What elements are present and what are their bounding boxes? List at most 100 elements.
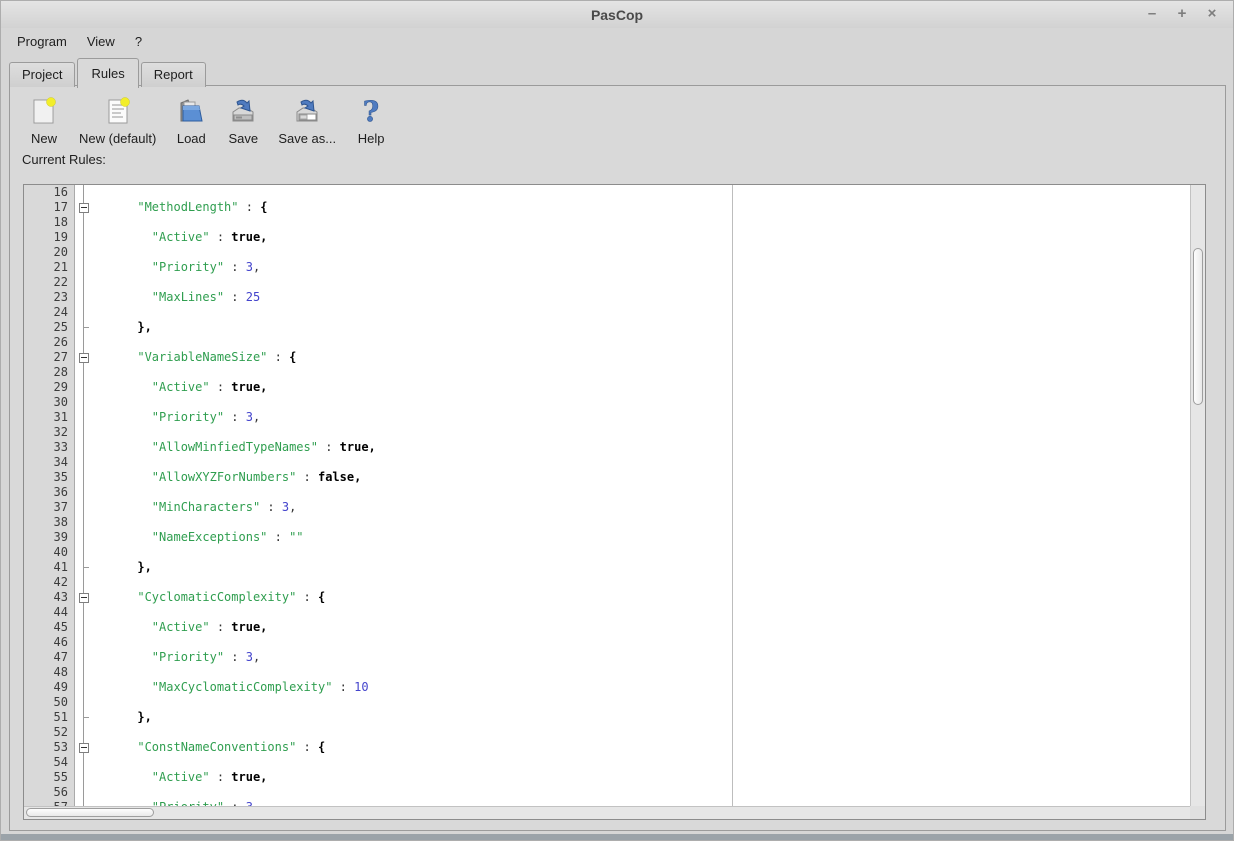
rules-editor[interactable]: 16 17 "MethodLength" : {18 19 "Active" : t…	[23, 184, 1206, 820]
fold-column	[75, 290, 92, 305]
fold-column	[75, 440, 92, 455]
line-number: 20	[24, 245, 75, 260]
line-number: 41	[24, 560, 75, 575]
code-line: 47 "Priority" : 3,	[24, 650, 1190, 665]
line-number: 47	[24, 650, 75, 665]
fold-column	[75, 350, 92, 365]
code-line: 34	[24, 455, 1190, 470]
line-number: 53	[24, 740, 75, 755]
fold-column	[75, 650, 92, 665]
fold-collapse-icon[interactable]	[79, 203, 89, 213]
horizontal-scrollbar-thumb[interactable]	[26, 808, 154, 817]
line-number: 35	[24, 470, 75, 485]
code-line: 42	[24, 575, 1190, 590]
current-rules-label: Current Rules:	[22, 152, 106, 167]
line-number: 21	[24, 260, 75, 275]
help-button[interactable]: ? Help	[345, 90, 397, 150]
fold-collapse-icon[interactable]	[79, 353, 89, 363]
code-text: "CyclomaticComplexity" : {	[137, 590, 326, 604]
maximize-icon[interactable]: +	[1173, 5, 1191, 23]
code-text: "VariableNameSize" : {	[137, 350, 297, 364]
line-number: 27	[24, 350, 75, 365]
code-line: 28	[24, 365, 1190, 380]
window-bottom-edge	[1, 834, 1233, 840]
line-number: 51	[24, 710, 75, 725]
new-default-button-label: New (default)	[79, 131, 157, 146]
fold-column	[75, 320, 92, 335]
menu-bar: Program View ?	[1, 28, 1233, 54]
line-number: 32	[24, 425, 75, 440]
fold-column	[75, 740, 92, 755]
scrollbar-corner	[1190, 806, 1205, 819]
code-text: "Priority" : 3,	[151, 650, 261, 664]
vertical-scrollbar-thumb[interactable]	[1193, 248, 1203, 405]
save-icon	[226, 94, 260, 128]
fold-column	[75, 305, 92, 320]
code-text: "NameExceptions" : ""	[151, 530, 304, 544]
code-text: "Active" : true,	[151, 230, 268, 244]
menu-program[interactable]: Program	[9, 31, 75, 52]
rules-tab-panel: New New (default) Load Save Save as... ?…	[9, 85, 1226, 831]
new-default-button[interactable]: New (default)	[70, 90, 165, 150]
code-line: 24	[24, 305, 1190, 320]
fold-end-mark	[83, 567, 89, 568]
menu-help[interactable]: ?	[127, 31, 150, 52]
vertical-scrollbar[interactable]	[1190, 185, 1205, 806]
fold-column	[75, 215, 92, 230]
new-button[interactable]: New	[18, 90, 70, 150]
fold-column	[75, 680, 92, 695]
code-text: "Active" : true,	[151, 770, 268, 784]
line-number: 16	[24, 185, 75, 200]
code-text: "MaxLines" : 25	[151, 290, 261, 304]
code-line: 53 "ConstNameConventions" : {	[24, 740, 1190, 755]
fold-collapse-icon[interactable]	[79, 743, 89, 753]
fold-column	[75, 530, 92, 545]
minimize-icon[interactable]: –	[1143, 5, 1161, 23]
horizontal-scrollbar[interactable]	[24, 806, 1190, 819]
code-line: 31 "Priority" : 3,	[24, 410, 1190, 425]
fold-column	[75, 485, 92, 500]
line-number: 55	[24, 770, 75, 785]
code-line: 52	[24, 725, 1190, 740]
fold-column	[75, 575, 92, 590]
fold-column	[75, 275, 92, 290]
code-line: 20	[24, 245, 1190, 260]
tab-project[interactable]: Project	[9, 62, 76, 87]
close-icon[interactable]: ×	[1203, 5, 1221, 23]
window-title: PasCop	[590, 7, 644, 23]
code-text: "MinCharacters" : 3,	[151, 500, 297, 514]
title-bar[interactable]: PasCop – + ×	[1, 1, 1233, 28]
code-line: 56	[24, 785, 1190, 800]
code-text: },	[137, 710, 152, 724]
editor-lines[interactable]: 16 17 "MethodLength" : {18 19 "Active" : t…	[24, 185, 1190, 806]
line-number: 38	[24, 515, 75, 530]
load-button[interactable]: Load	[165, 90, 217, 150]
code-line: 25 },	[24, 320, 1190, 335]
line-number: 40	[24, 545, 75, 560]
code-line: 50	[24, 695, 1190, 710]
fold-collapse-icon[interactable]	[79, 593, 89, 603]
tab-report[interactable]: Report	[140, 62, 206, 87]
line-number: 28	[24, 365, 75, 380]
menu-view[interactable]: View	[79, 31, 123, 52]
save-button[interactable]: Save	[217, 90, 269, 150]
code-line: 51 },	[24, 710, 1190, 725]
load-button-label: Load	[176, 131, 206, 146]
save-as-button[interactable]: Save as...	[269, 90, 345, 150]
code-line: 36	[24, 485, 1190, 500]
code-line: 29 "Active" : true,	[24, 380, 1190, 395]
fold-column	[75, 605, 92, 620]
tab-rules[interactable]: Rules	[77, 58, 139, 88]
line-number: 17	[24, 200, 75, 215]
